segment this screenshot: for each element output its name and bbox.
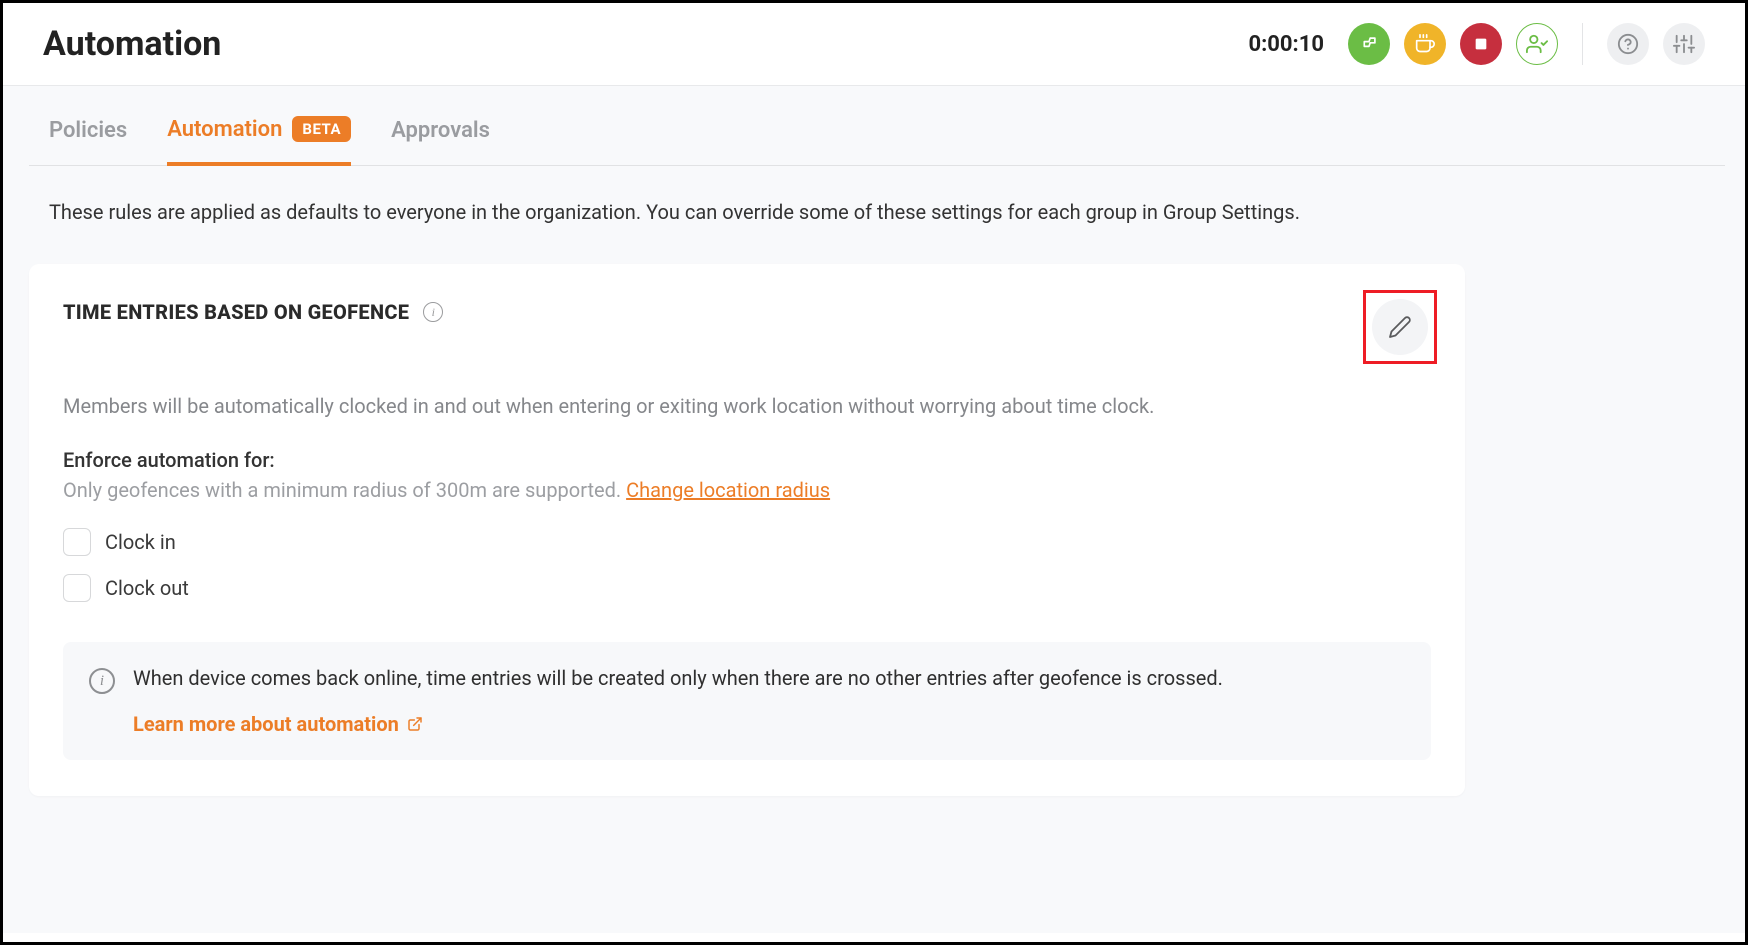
help-icon xyxy=(1617,33,1639,55)
header: Automation 0:00:10 xyxy=(3,3,1745,86)
card-title-row: TIME ENTRIES BASED ON GEOFENCE i xyxy=(63,300,443,324)
beta-badge: BETA xyxy=(292,116,351,142)
clock-out-checkbox[interactable] xyxy=(63,574,91,602)
tabs: Policies Automation BETA Approvals xyxy=(29,86,1725,166)
page-title: Automation xyxy=(43,24,221,64)
info-box-content: When device comes back online, time entr… xyxy=(133,666,1405,736)
card-header: TIME ENTRIES BASED ON GEOFENCE i xyxy=(63,300,1431,364)
tab-automation[interactable]: Automation BETA xyxy=(167,116,351,166)
enforce-note-text: Only geofences with a minimum radius of … xyxy=(63,478,626,502)
info-box-icon: i xyxy=(89,668,115,694)
edit-button[interactable] xyxy=(1372,299,1428,355)
content-area: Policies Automation BETA Approvals These… xyxy=(3,86,1745,933)
card-title: TIME ENTRIES BASED ON GEOFENCE xyxy=(63,300,409,324)
page-description: These rules are applied as defaults to e… xyxy=(29,166,1725,224)
change-radius-link[interactable]: Change location radius xyxy=(626,478,830,502)
user-check-button[interactable] xyxy=(1516,23,1558,65)
clock-out-row: Clock out xyxy=(63,574,1431,602)
divider xyxy=(1582,23,1583,65)
break-button[interactable] xyxy=(1404,23,1446,65)
stop-button[interactable] xyxy=(1460,23,1502,65)
tab-automation-label: Automation xyxy=(167,117,282,142)
external-link-icon xyxy=(407,716,423,732)
pin-icon xyxy=(1359,34,1379,54)
header-actions: 0:00:10 xyxy=(1248,23,1705,65)
tab-policies[interactable]: Policies xyxy=(49,116,127,165)
pencil-icon xyxy=(1388,315,1412,339)
help-button[interactable] xyxy=(1607,23,1649,65)
card-subtitle: Members will be automatically clocked in… xyxy=(63,394,1431,418)
tab-approvals[interactable]: Approvals xyxy=(391,116,490,165)
edit-highlight-box xyxy=(1363,290,1437,364)
sliders-icon xyxy=(1673,33,1695,55)
pin-button[interactable] xyxy=(1348,23,1390,65)
clock-out-label: Clock out xyxy=(105,576,189,600)
learn-more-label: Learn more about automation xyxy=(133,712,399,736)
learn-more-link[interactable]: Learn more about automation xyxy=(133,712,423,736)
info-icon[interactable]: i xyxy=(423,302,443,322)
clock-in-row: Clock in xyxy=(63,528,1431,556)
geofence-card: TIME ENTRIES BASED ON GEOFENCE i Members… xyxy=(29,264,1465,796)
timer-display: 0:00:10 xyxy=(1248,32,1324,57)
stop-icon xyxy=(1473,36,1489,52)
clock-in-label: Clock in xyxy=(105,530,176,554)
clock-in-checkbox[interactable] xyxy=(63,528,91,556)
user-check-icon xyxy=(1526,33,1548,55)
enforce-note: Only geofences with a minimum radius of … xyxy=(63,478,1431,502)
info-box-text: When device comes back online, time entr… xyxy=(133,666,1405,690)
coffee-icon xyxy=(1415,34,1435,54)
settings-button[interactable] xyxy=(1663,23,1705,65)
info-box: i When device comes back online, time en… xyxy=(63,642,1431,760)
enforce-label: Enforce automation for: xyxy=(63,448,1431,472)
